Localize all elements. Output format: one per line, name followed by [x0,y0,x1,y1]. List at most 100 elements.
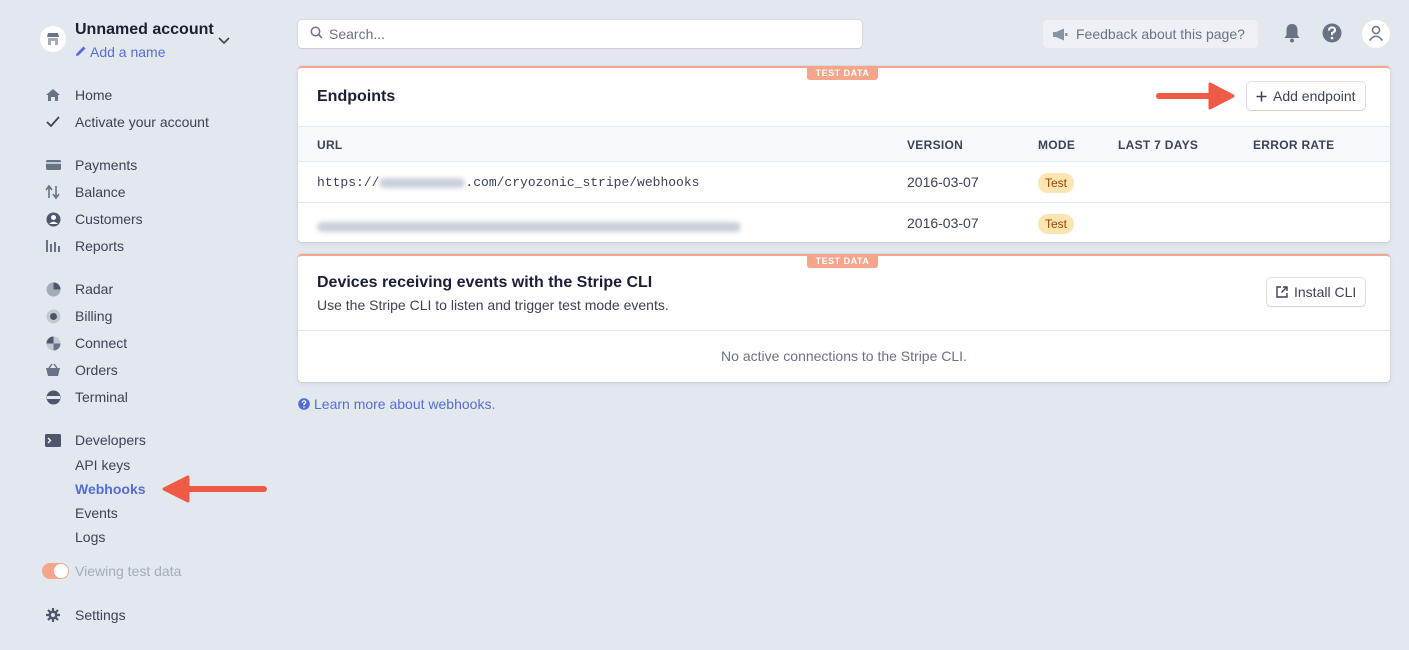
url-suffix: .com/cryozonic_stripe/webhooks [465,175,700,190]
test-data-toggle[interactable] [42,563,69,579]
test-data-toggle-row: Viewing test data [42,563,181,579]
sidebar-item-payments[interactable]: Payments [44,155,137,175]
sidebar-item-reports[interactable]: Reports [44,236,124,256]
column-header-error-rate: ERROR RATE [1253,138,1335,152]
sidebar-item-billing[interactable]: Billing [44,306,112,326]
cli-title: Devices receiving events with the Stripe… [317,274,653,291]
customers-icon [44,211,62,227]
billing-icon [44,308,62,324]
connect-icon [44,335,62,351]
learn-more-link[interactable]: Learn more about webhooks. [298,396,495,412]
sidebar-item-label: Radar [75,281,114,297]
endpoints-table-header: URL VERSION MODE LAST 7 DAYS ERROR RATE [298,126,1390,162]
sidebar-item-label: Activate your account [75,114,209,130]
url-prefix: https:// [317,175,380,190]
add-endpoint-label: Add endpoint [1273,88,1356,104]
sidebar-item-label: Settings [75,607,126,623]
cli-subtitle: Use the Stripe CLI to listen and trigger… [317,297,669,313]
endpoint-url-redacted[interactable] [317,218,741,234]
notifications-bell-icon[interactable] [1280,21,1304,45]
sidebar-item-label: Billing [75,308,113,324]
plus-icon [1256,91,1267,102]
sidebar-item-terminal[interactable]: Terminal [44,387,128,407]
sidebar-item-label: Terminal [75,389,128,405]
mode-badge: Test [1038,173,1075,193]
sidebar-item-label: Payments [75,157,138,173]
sidebar-item-label: Orders [75,362,118,378]
column-header-version: VERSION [907,138,964,152]
store-icon [40,26,66,52]
megaphone-icon [1052,28,1068,41]
sidebar-item-label: Customers [75,211,143,227]
test-data-badge: TEST DATA [807,66,878,80]
sidebar-item-orders[interactable]: Orders [44,360,118,380]
question-circle-icon [298,398,310,410]
pencil-icon [75,44,87,60]
sidebar-subitem-webhooks[interactable]: Webhooks [75,481,146,499]
endpoint-url[interactable]: https:// .com/cryozonic_stripe/webhooks [317,175,699,190]
test-data-badge: TEST DATA [807,254,878,268]
install-cli-label: Install CLI [1294,284,1357,300]
sidebar-item-developers[interactable]: Developers [44,430,146,450]
account-name: Unnamed account [75,21,214,38]
reports-icon [44,238,62,254]
user-icon [1368,25,1384,44]
feedback-label: Feedback about this page? [1076,26,1245,42]
endpoint-version: 2016-03-07 [907,215,979,231]
search-bar[interactable] [298,20,862,48]
sidebar-item-activate[interactable]: Activate your account [44,112,209,132]
empty-state-message: No active connections to the Stripe CLI. [721,348,967,364]
endpoints-title: Endpoints [317,88,396,105]
sidebar-subitem-events[interactable]: Events [75,505,118,523]
sidebar-subitem-api-keys[interactable]: API keys [75,457,130,475]
balance-icon [44,184,62,200]
sidebar-item-customers[interactable]: Customers [44,209,143,229]
terminal-icon [44,389,62,405]
chevron-down-icon[interactable] [218,32,230,48]
sidebar-item-label: Developers [75,432,146,448]
column-header-mode: MODE [1038,138,1076,152]
radar-icon [44,281,62,297]
help-icon[interactable] [1320,21,1344,45]
sidebar-item-settings[interactable]: Settings [44,605,126,625]
orders-icon [44,362,62,378]
feedback-button[interactable]: Feedback about this page? [1043,20,1258,48]
redacted-domain [379,177,466,188]
check-icon [44,114,62,130]
test-data-label: Viewing test data [75,563,182,579]
learn-more-label: Learn more about webhooks. [314,396,496,412]
toggle-knob [54,564,68,578]
divider [298,330,1390,331]
developers-icon [44,432,62,448]
gear-icon [44,607,62,623]
annotation-arrow-icon [1156,82,1235,110]
sidebar-item-label: Home [75,87,113,103]
sidebar-item-connect[interactable]: Connect [44,333,127,353]
table-row[interactable]: 2016-03-07 Test [298,203,1390,244]
mode-badge: Test [1038,214,1075,234]
account-switcher[interactable]: Unnamed account Add a name [40,20,240,60]
home-icon [44,87,62,103]
table-row[interactable]: https:// .com/cryozonic_stripe/webhooks 2… [298,162,1390,203]
payments-icon [44,157,62,173]
sidebar-item-balance[interactable]: Balance [44,182,126,202]
search-icon [310,26,323,42]
external-link-icon [1276,286,1288,298]
user-avatar[interactable] [1362,20,1390,48]
sidebar-item-label: Reports [75,238,125,254]
annotation-arrow-icon [162,475,267,503]
sidebar-item-radar[interactable]: Radar [44,279,113,299]
sidebar: Unnamed account Add a name Home Activate… [0,0,280,650]
install-cli-button[interactable]: Install CLI [1267,278,1366,306]
redacted-url [317,222,741,233]
search-input[interactable] [329,26,829,42]
column-header-last-7-days: LAST 7 DAYS [1118,138,1199,152]
add-endpoint-button[interactable]: Add endpoint [1247,82,1365,110]
sidebar-item-home[interactable]: Home [44,85,112,105]
sidebar-subitem-logs[interactable]: Logs [75,529,105,547]
stripe-cli-card: TEST DATA Devices receiving events with … [298,254,1390,382]
endpoint-version: 2016-03-07 [907,174,979,190]
add-name-link[interactable]: Add a name [75,44,166,60]
add-name-label: Add a name [90,44,166,60]
sidebar-item-label: Connect [75,335,128,351]
